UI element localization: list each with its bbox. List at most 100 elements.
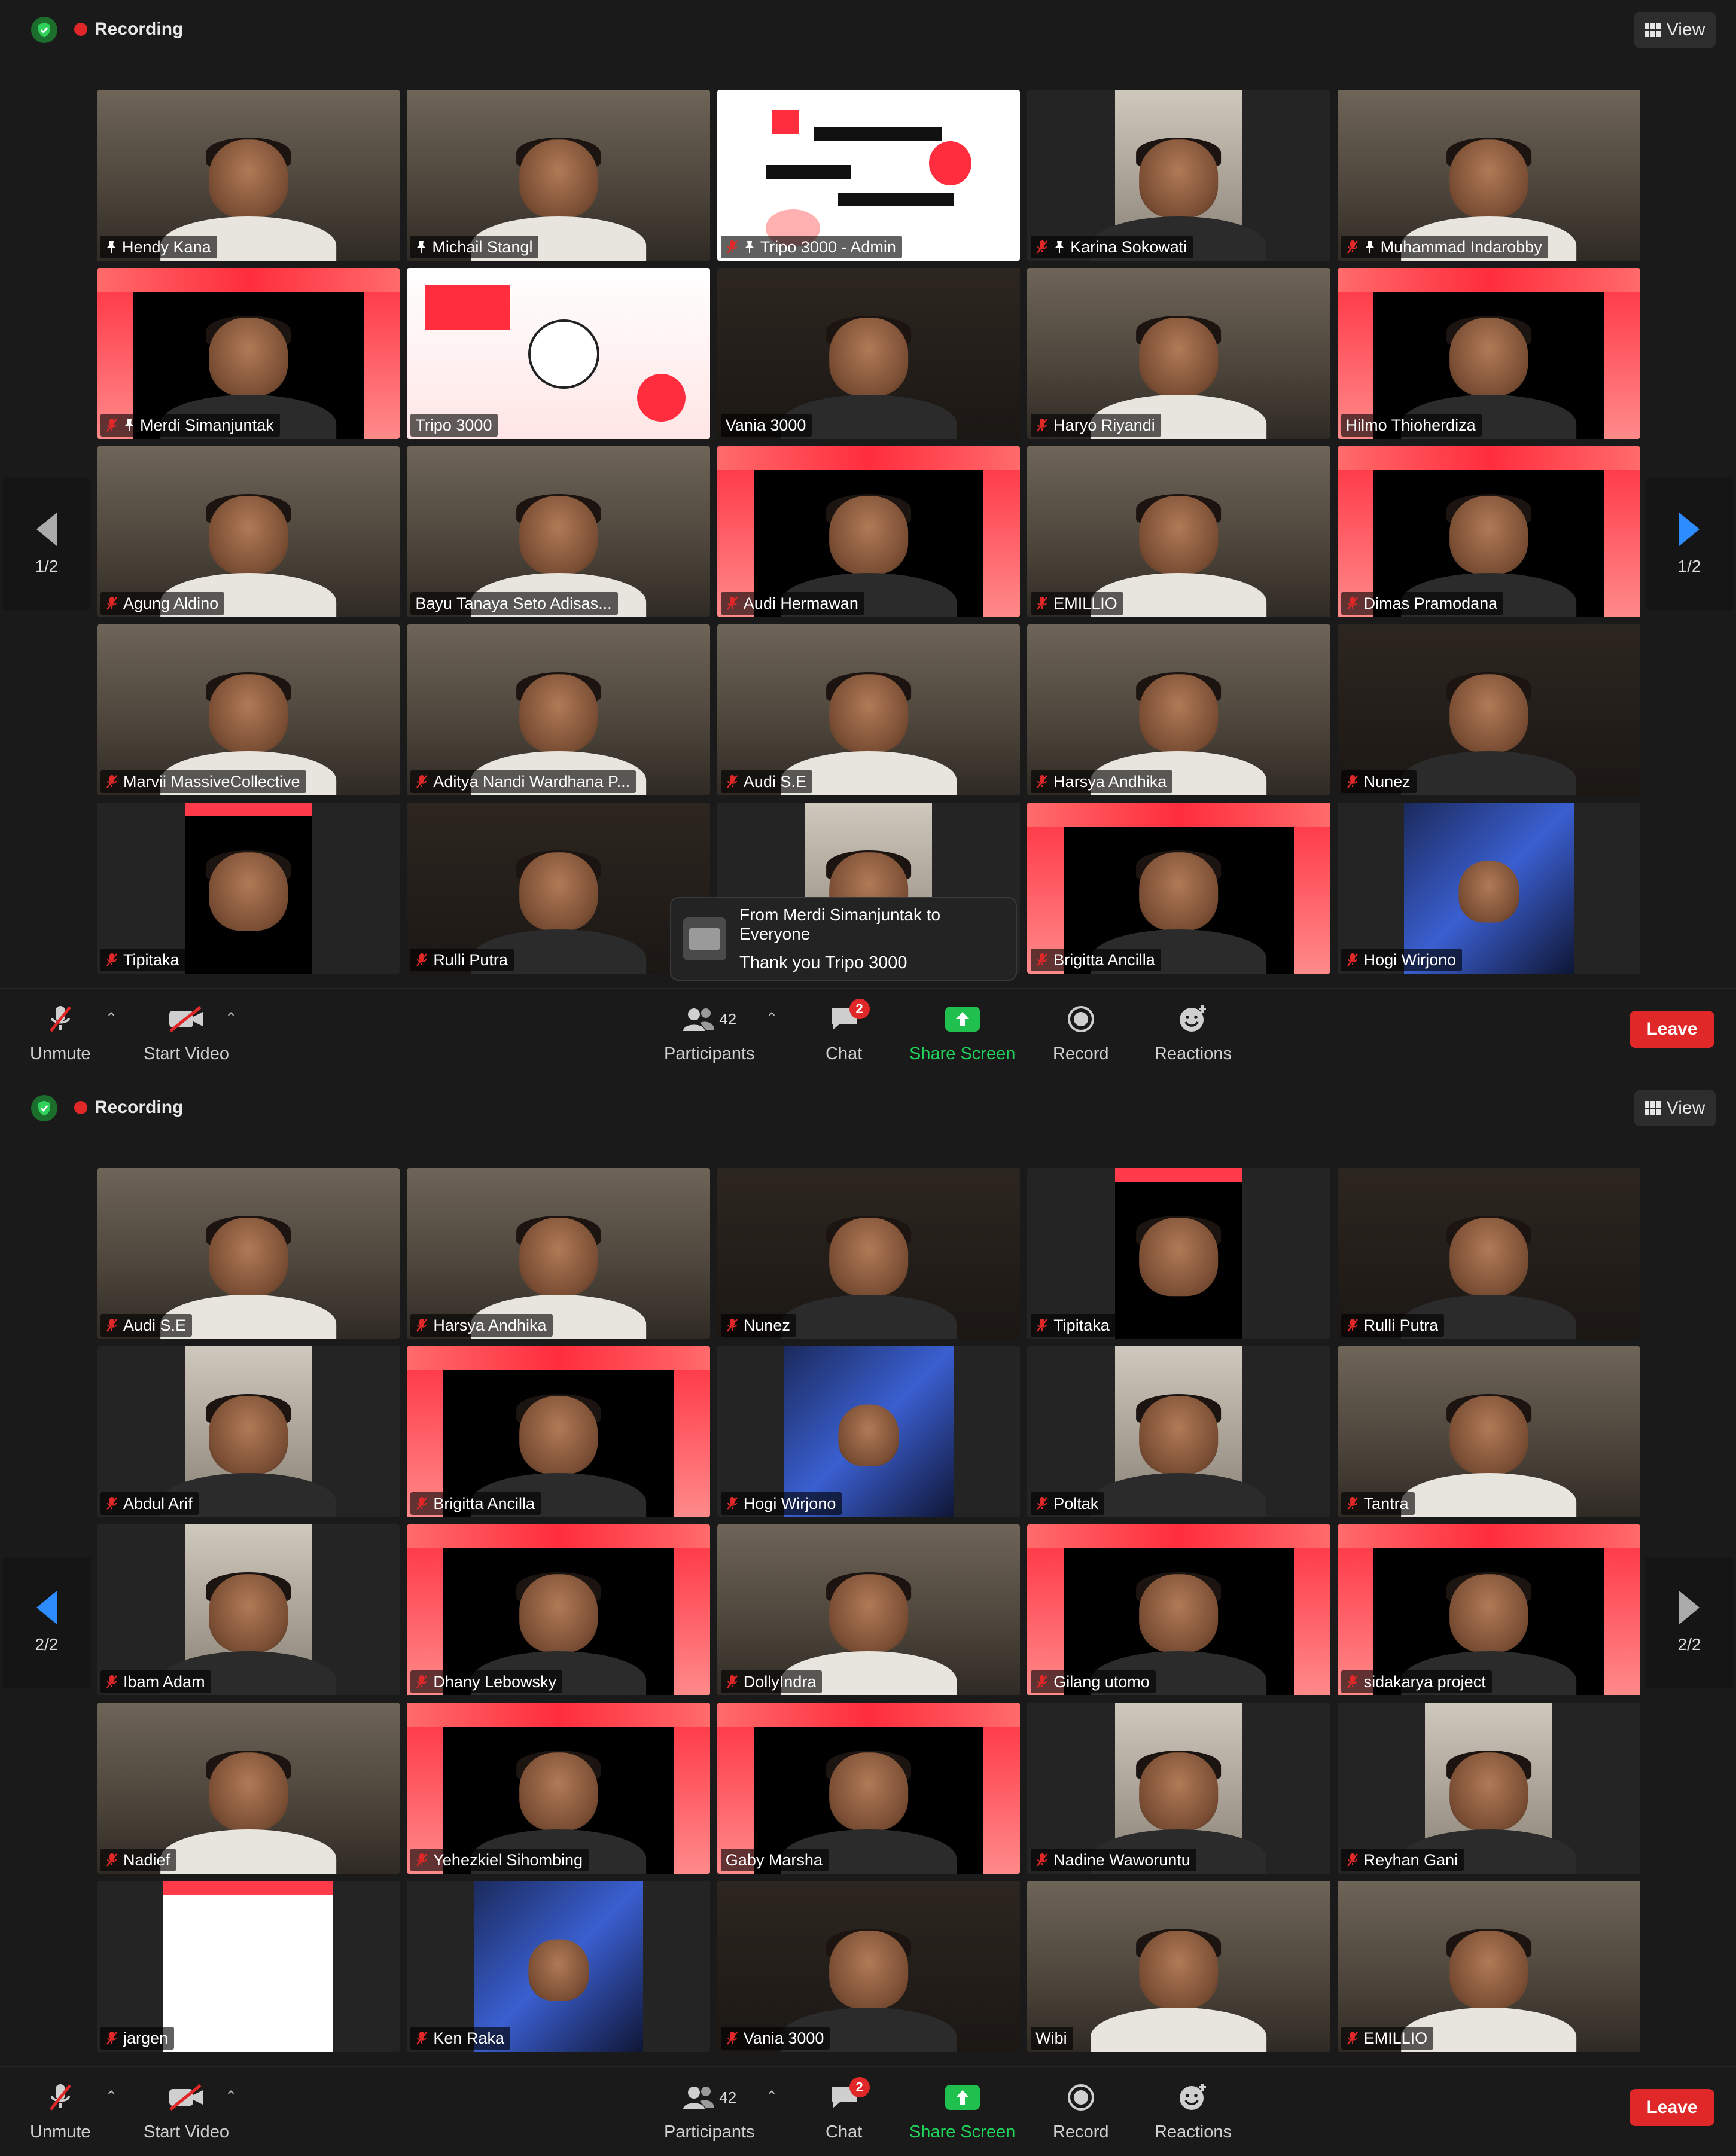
chat-button[interactable]: 2 Chat [826, 999, 870, 1064]
video-tile-haryo-riyandi[interactable]: Haryo Riyandi [1027, 268, 1330, 439]
previous-page-button[interactable]: 2/2 [2, 1557, 91, 1688]
participant-name: Hendy Kana [122, 237, 211, 256]
video-tile-aditya-nandi-wardhana-p[interactable]: Aditya Nandi Wardhana P... [407, 624, 710, 795]
video-tile-rulli-putra[interactable]: Rulli Putra [407, 803, 710, 974]
video-gallery: Audi S.E Harsya Andhika Nunez Tipitaka Rulli… [97, 1168, 1640, 2052]
video-tile-nunez[interactable]: Nunez [717, 1168, 1021, 1339]
video-tile-hogi-wirjono[interactable]: Hogi Wirjono [717, 1346, 1021, 1517]
muted-mic-icon [105, 417, 118, 433]
video-tile-hogi-wirjono[interactable]: Hogi Wirjono [1337, 803, 1640, 974]
participant-name-bar: Audi S.E [720, 770, 812, 793]
security-shield-icon[interactable] [31, 1095, 57, 1121]
video-options-chevron-icon[interactable]: ⌃ [225, 1010, 237, 1027]
video-tile-tipitaka[interactable]: Tipitaka [1027, 1168, 1330, 1339]
chat-notification[interactable]: From Merdi Simanjuntak to Everyone Thank… [670, 897, 1017, 981]
unmute-button[interactable]: Unmute [30, 2079, 91, 2142]
muted-mic-icon [105, 1318, 118, 1333]
video-tile-marvii-massivecollective[interactable]: Marvii MassiveCollective [97, 624, 400, 795]
participants-options-chevron-icon[interactable]: ⌃ [766, 1010, 778, 1027]
next-page-button[interactable]: 2/2 [1645, 1557, 1734, 1688]
video-tile-nadine-waworuntu[interactable]: Nadine Waworuntu [1027, 1703, 1330, 1874]
participant-name-bar: EMILLIO [1341, 2027, 1434, 2050]
video-tile-dhany-lebowsky[interactable]: Dhany Lebowsky [407, 1524, 710, 1695]
video-tile-hilmo-thioherdiza[interactable]: Hilmo Thioherdiza [1337, 268, 1640, 439]
participants-button[interactable]: 42 Participants [664, 1001, 755, 1064]
participants-button[interactable]: 42 Participants [664, 2079, 755, 2142]
video-tile-dollyindra[interactable]: DollyIndra [717, 1524, 1021, 1695]
video-tile-audi-s-e[interactable]: Audi S.E [97, 1168, 400, 1339]
share-screen-button[interactable]: Share Screen [909, 1001, 1015, 1064]
video-tile-brigitta-ancilla[interactable]: Brigitta Ancilla [1027, 803, 1330, 974]
video-tile-harsya-andhika[interactable]: Harsya Andhika [407, 1168, 710, 1339]
recording-indicator[interactable]: Recording [74, 1094, 183, 1121]
reactions-button[interactable]: Reactions [1155, 2079, 1232, 2142]
video-tile-harsya-andhika[interactable]: Harsya Andhika [1027, 624, 1330, 795]
video-tile-yehezkiel-sihombing[interactable]: Yehezkiel Sihombing [407, 1703, 710, 1874]
start-video-button[interactable]: Start Video [144, 2079, 229, 2142]
video-tile-michail-stangl[interactable]: Michail Stangl [407, 90, 710, 261]
video-tile-gilang-utomo[interactable]: Gilang utomo [1027, 1524, 1330, 1695]
video-tile-reyhan-gani[interactable]: Reyhan Gani [1337, 1703, 1640, 1874]
view-button[interactable]: View [1634, 1090, 1716, 1126]
video-tile-vania-3000[interactable]: Vania 3000 [717, 1881, 1021, 2052]
video-tile-karina-sokowati[interactable]: Karina Sokowati [1027, 90, 1330, 261]
recording-indicator[interactable]: Recording [74, 16, 183, 43]
video-tile-agung-aldino[interactable]: Agung Aldino [97, 446, 400, 617]
muted-microphone-icon [47, 2079, 74, 2115]
record-button[interactable]: Record [1053, 1001, 1109, 1064]
participant-name-bar: Muhammad Indarobby [1341, 236, 1548, 258]
chat-button[interactable]: 2 Chat [826, 2077, 870, 2142]
next-page-button[interactable]: 1/2 [1645, 478, 1734, 610]
video-tile-sidakarya-project[interactable]: sidakarya project [1337, 1524, 1640, 1695]
start-video-button[interactable]: Start Video [144, 1001, 229, 1064]
video-tile-tantra[interactable]: Tantra [1337, 1346, 1640, 1517]
video-tile-rulli-putra[interactable]: Rulli Putra [1337, 1168, 1640, 1339]
chat-label: Chat [826, 1044, 863, 1063]
video-tile-audi-s-e[interactable]: Audi S.E [717, 624, 1021, 795]
video-tile-dimas-pramodana[interactable]: Dimas Pramodana [1337, 446, 1640, 617]
audio-options-chevron-icon[interactable]: ⌃ [105, 1010, 117, 1027]
video-tile-bayu-tanaya-seto-adisas[interactable]: Bayu Tanaya Seto Adisas... [407, 446, 710, 617]
participant-name-bar: Tipitaka [100, 949, 185, 971]
video-tile-emillio[interactable]: EMILLIO [1337, 1881, 1640, 2052]
muted-mic-icon [1035, 1674, 1049, 1690]
video-tile-gaby-marsha[interactable]: Gaby Marsha [717, 1703, 1021, 1874]
share-screen-button[interactable]: Share Screen [909, 2079, 1015, 2142]
security-shield-icon[interactable] [31, 17, 57, 43]
video-tile-muhammad-indarobby[interactable]: Muhammad Indarobby [1337, 90, 1640, 261]
previous-page-button[interactable]: 1/2 [2, 478, 91, 610]
participant-name-bar: Audi S.E [100, 1314, 193, 1337]
video-tile-nunez[interactable]: Nunez [1337, 624, 1640, 795]
muted-mic-icon [1346, 2030, 1359, 2046]
reactions-button[interactable]: Reactions [1155, 1001, 1232, 1064]
audio-options-chevron-icon[interactable]: ⌃ [105, 2088, 117, 2105]
record-button[interactable]: Record [1053, 2079, 1109, 2142]
video-tile-tripo-3000[interactable]: Tripo 3000 [407, 268, 710, 439]
video-tile-brigitta-ancilla[interactable]: Brigitta Ancilla [407, 1346, 710, 1517]
video-options-chevron-icon[interactable]: ⌃ [225, 2088, 237, 2105]
view-button[interactable]: View [1634, 12, 1716, 48]
muted-mic-icon [726, 239, 739, 255]
participant-name: Abdul Arif [123, 1494, 193, 1512]
video-tile-vania-3000[interactable]: Vania 3000 [717, 268, 1021, 439]
pin-icon [1053, 240, 1065, 254]
video-tile-poltak[interactable]: Poltak [1027, 1346, 1330, 1517]
video-tile-tipitaka[interactable]: Tipitaka [97, 803, 400, 974]
video-tile-hendy-kana[interactable]: Hendy Kana [97, 90, 400, 261]
participants-options-chevron-icon[interactable]: ⌃ [766, 2088, 778, 2105]
unmute-button[interactable]: Unmute [30, 1001, 91, 1064]
participant-name-bar: Ibam Adam [100, 1670, 211, 1693]
leave-button[interactable]: Leave [1630, 2089, 1714, 2126]
video-tile-merdi-simanjuntak[interactable]: Merdi Simanjuntak [97, 268, 400, 439]
video-tile-wibi[interactable]: Wibi [1027, 1881, 1330, 2052]
video-tile-abdul-arif[interactable]: Abdul Arif [97, 1346, 400, 1517]
video-tile-ken-raka[interactable]: Ken Raka [407, 1881, 710, 2052]
video-tile-audi-hermawan[interactable]: Audi Hermawan [717, 446, 1021, 617]
video-tile-ibam-adam[interactable]: Ibam Adam [97, 1524, 400, 1695]
leave-button[interactable]: Leave [1630, 1011, 1714, 1048]
video-tile-jargen[interactable]: jargen [97, 1881, 400, 2052]
view-label: View [1666, 20, 1705, 39]
video-tile-emillio[interactable]: EMILLIO [1027, 446, 1330, 617]
video-tile-nadief[interactable]: Nadief [97, 1703, 400, 1874]
video-tile-tripo-3000-admin[interactable]: Tripo 3000 - Admin [717, 90, 1021, 261]
